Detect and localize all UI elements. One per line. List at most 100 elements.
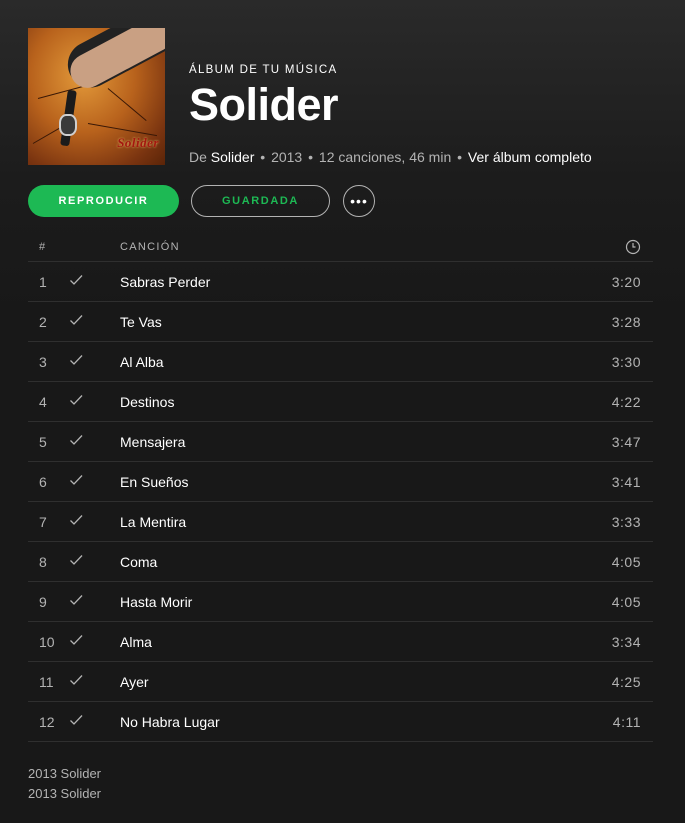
track-number: 12 [39,713,55,730]
by-prefix: De [189,149,207,165]
artist-link[interactable]: Solider [211,149,255,165]
track-row[interactable]: 4 Destinos 4:22 [28,382,653,422]
full-album-link[interactable]: Ver álbum completo [468,149,592,165]
album-kicker: ÁLBUM DE TU MÚSICA [189,64,338,76]
track-duration: 3:41 [611,473,641,490]
track-title[interactable]: Coma [120,554,593,570]
cover-logo: Solider [117,135,159,150]
saved-button[interactable]: GUARDADA [191,185,330,217]
album-subtitle: De Solider • 2013 • 12 canciones, 46 min… [189,149,592,165]
saved-check[interactable] [68,432,120,451]
checkmark-icon [70,315,83,325]
track-row[interactable]: 7 La Mentira 3:33 [28,502,653,542]
track-duration: 4:25 [611,673,641,690]
track-title[interactable]: Hasta Morir [120,594,593,610]
track-duration: 3:30 [611,353,641,370]
track-title[interactable]: Al Alba [120,354,593,370]
track-duration: 4:22 [611,393,641,410]
track-row[interactable]: 10 Alma 3:34 [28,622,653,662]
saved-check[interactable] [68,472,120,491]
track-row[interactable]: 5 Mensajera 3:47 [28,422,653,462]
saved-check[interactable] [68,632,120,651]
track-duration: 3:33 [611,513,641,530]
track-title[interactable]: No Habra Lugar [120,714,593,730]
checkmark-icon [70,715,83,725]
track-row[interactable]: 12 No Habra Lugar 4:11 [28,702,653,742]
track-number: 6 [39,473,47,490]
track-duration: 3:34 [611,633,641,650]
track-number: 8 [39,553,47,570]
checkmark-icon [70,555,83,565]
track-title[interactable]: Ayer [120,674,593,690]
header-number: # [39,240,47,253]
track-row[interactable]: 3 Al Alba 3:30 [28,342,653,382]
track-row[interactable]: 9 Hasta Morir 4:05 [28,582,653,622]
checkmark-icon [70,435,83,445]
track-list: # CANCIÓN 1 Sabras Perder 3:20 2 Te Vas 3:28 3… [28,232,653,742]
track-rows: 1 Sabras Perder 3:20 2 Te Vas 3:28 3 Al Alba 3:3… [28,262,653,742]
track-number: 5 [39,433,47,450]
track-row[interactable]: 11 Ayer 4:25 [28,662,653,702]
checkmark-icon [70,275,83,285]
checkmark-icon [70,355,83,365]
saved-check[interactable] [68,352,120,371]
track-number: 10 [39,633,55,650]
copyright-line: 2013 Solider [28,766,101,781]
track-duration: 3:20 [611,273,641,290]
track-title[interactable]: La Mentira [120,514,593,530]
track-number: 4 [39,393,47,410]
checkmark-icon [70,635,83,645]
track-row[interactable]: 1 Sabras Perder 3:20 [28,262,653,302]
checkmark-icon [70,515,83,525]
track-number: 2 [39,313,47,330]
album-page: Solider ÁLBUM DE TU MÚSICA Solider De So… [0,0,685,823]
saved-check[interactable] [68,552,120,571]
checkmark-icon [70,395,83,405]
saved-check[interactable] [68,712,120,731]
track-title[interactable]: Sabras Perder [120,274,593,290]
album-meta: ÁLBUM DE TU MÚSICA Solider De Solider • … [189,28,592,165]
track-row[interactable]: 8 Coma 4:05 [28,542,653,582]
more-options-button[interactable]: ••• [343,185,375,217]
copyright-footer: 2013 Solider 2013 Solider [28,764,101,804]
track-title[interactable]: Te Vas [120,314,593,330]
saved-check[interactable] [68,392,120,411]
track-number: 3 [39,353,47,370]
play-button[interactable]: REPRODUCIR [28,185,179,217]
track-title[interactable]: En Sueños [120,474,593,490]
track-duration: 4:05 [611,593,641,610]
checkmark-icon [70,595,83,605]
track-title[interactable]: Destinos [120,394,593,410]
track-duration: 3:47 [611,433,641,450]
album-header: Solider ÁLBUM DE TU MÚSICA Solider De So… [28,28,592,165]
album-stats: 12 canciones, 46 min [318,149,452,165]
cover-crack [107,88,147,122]
copyright-line: 2013 Solider [28,786,101,801]
saved-check[interactable] [68,512,120,531]
album-year: 2013 [271,149,303,165]
header-duration[interactable] [593,239,653,255]
saved-check[interactable] [68,312,120,331]
saved-check[interactable] [68,592,120,611]
track-row[interactable]: 2 Te Vas 3:28 [28,302,653,342]
saved-check[interactable] [68,672,120,691]
track-row[interactable]: 6 En Sueños 3:41 [28,462,653,502]
cover-arm [64,28,165,94]
saved-check[interactable] [68,272,120,291]
header-title[interactable]: CANCIÓN [120,241,593,253]
microphone-head [59,114,77,136]
separator-dot: • [308,149,314,165]
track-list-header: # CANCIÓN [28,232,653,262]
track-title[interactable]: Alma [120,634,593,650]
track-duration: 3:28 [611,313,641,330]
track-number: 7 [39,513,47,530]
checkmark-icon [70,475,83,485]
track-title[interactable]: Mensajera [120,434,593,450]
track-number: 11 [39,673,54,690]
track-number: 1 [39,273,47,290]
clock-icon [625,239,641,254]
checkmark-icon [70,675,83,685]
track-number: 9 [39,593,47,610]
track-duration: 4:05 [611,553,641,570]
album-cover[interactable]: Solider [28,28,165,165]
